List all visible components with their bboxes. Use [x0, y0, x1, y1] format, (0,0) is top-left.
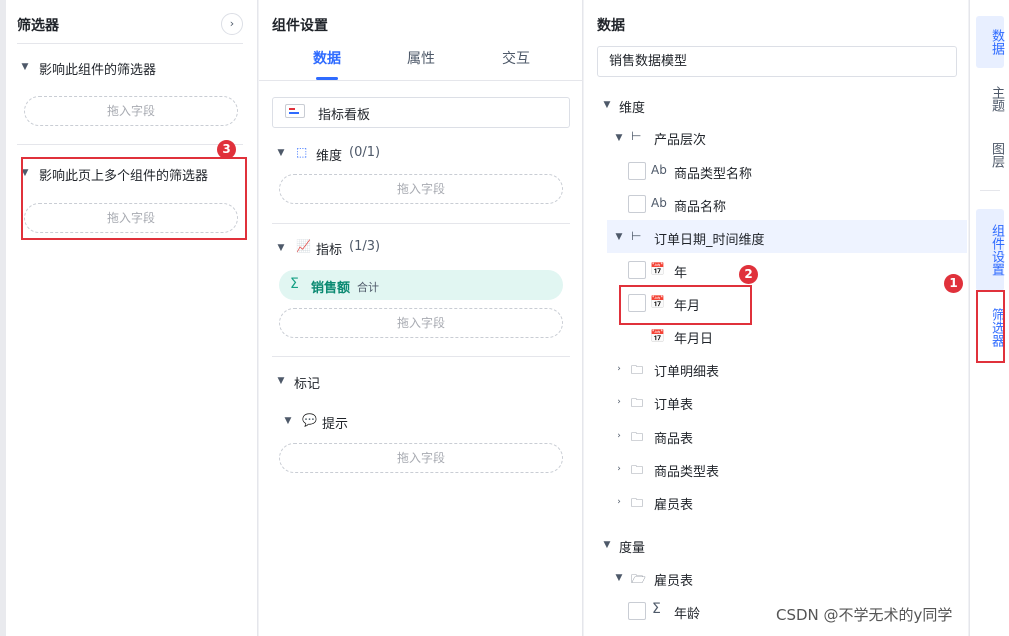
chevron-right-icon[interactable]: › — [614, 464, 624, 474]
measure-table-employees[interactable]: 雇员表 — [654, 570, 693, 589]
dimensions-group-label[interactable]: 维度 — [619, 97, 645, 116]
watermark: CSDN @不学无术的y同学 — [776, 606, 953, 624]
metric-field-name: 销售额 — [311, 281, 351, 296]
annotation-box-3 — [21, 157, 247, 240]
folder-icon: 🗀 — [631, 396, 644, 410]
component-filter-dropzone[interactable]: 拖入字段 — [24, 96, 238, 126]
dimension-label: 维度 — [316, 149, 343, 164]
chevron-right-icon[interactable]: › — [614, 364, 624, 374]
metric-label: 指标 — [316, 243, 343, 258]
marks-label: 标记 — [294, 377, 321, 392]
rail-tab-data[interactable]: 数据 — [976, 16, 1004, 68]
chevron-down-icon[interactable]: ▼ — [276, 243, 286, 253]
year-checkbox[interactable] — [628, 261, 646, 279]
rail-divider — [980, 190, 1000, 191]
table-orders[interactable]: 订单表 — [654, 394, 693, 413]
divider — [17, 43, 243, 44]
annotation-box-2 — [619, 285, 752, 325]
chevron-down-icon[interactable]: ▼ — [20, 62, 30, 72]
settings-panel-title: 组件设置 — [272, 18, 328, 34]
table-order-detail[interactable]: 订单明细表 — [654, 361, 719, 380]
tab-properties[interactable]: 属性 — [391, 48, 451, 68]
chevron-right-icon[interactable]: › — [614, 497, 624, 507]
folder-icon: 🗀 — [631, 496, 644, 510]
kanban-icon-mark — [289, 108, 295, 110]
divider — [272, 223, 570, 224]
folder-icon: 🗀 — [631, 363, 644, 377]
year-label[interactable]: 年 — [674, 262, 687, 281]
filter-panel-title: 筛选器 — [17, 18, 59, 34]
calendar-icon: 📅 — [650, 329, 665, 343]
divider — [259, 80, 583, 81]
year-month-day-label[interactable]: 年月日 — [674, 328, 713, 347]
annotation-box-1 — [976, 290, 1005, 363]
kanban-icon-mark — [289, 112, 299, 114]
chart-type-selector[interactable] — [272, 97, 570, 128]
metric-count: (1/3) — [349, 239, 381, 254]
age-checkbox[interactable] — [628, 602, 646, 620]
annotation-badge-3: 3 — [217, 140, 236, 159]
calendar-icon: 📅 — [650, 262, 665, 276]
chevron-right-icon[interactable]: › — [614, 397, 624, 407]
chart-type-label: 指标看板 — [318, 108, 371, 123]
annotation-badge-2: 2 — [739, 265, 758, 284]
chevron-down-icon[interactable]: ▼ — [283, 416, 293, 426]
chevron-down-icon[interactable]: ▼ — [602, 540, 612, 550]
chevron-down-icon[interactable]: ▼ — [602, 100, 612, 110]
metric-aggregation: 合计 — [357, 281, 379, 294]
product-type-name-label[interactable]: 商品类型名称 — [674, 163, 752, 182]
product-name-label[interactable]: 商品名称 — [674, 196, 726, 215]
sum-icon: Σ — [290, 276, 299, 292]
data-panel-title: 数据 — [597, 18, 625, 34]
chevron-right-icon[interactable]: › — [614, 431, 624, 441]
comment-icon: 💬 — [302, 413, 317, 427]
measures-group-label[interactable]: 度量 — [619, 537, 645, 556]
rail-tab-theme[interactable]: 主题 — [976, 77, 1004, 121]
hierarchy-icon: ⊢ — [631, 129, 642, 143]
metric-chart-icon: 📈 — [296, 239, 311, 253]
product-type-checkbox[interactable] — [628, 162, 646, 180]
tab-data[interactable]: 数据 — [297, 48, 357, 68]
dimension-icon: ⬚ — [296, 145, 308, 159]
component-filter-label[interactable]: 影响此组件的筛选器 — [39, 59, 156, 78]
chevron-down-icon[interactable]: ▼ — [614, 232, 624, 242]
age-label[interactable]: 年龄 — [674, 603, 700, 622]
annotation-badge-1: 1 — [944, 274, 963, 293]
rail-tab-component-settings[interactable]: 组件设置 — [976, 209, 1004, 291]
product-name-checkbox[interactable] — [628, 195, 646, 213]
chevron-down-icon[interactable]: ▼ — [276, 148, 286, 158]
divider — [17, 144, 243, 145]
hierarchy-icon: ⊢ — [631, 229, 642, 243]
dimension-dropzone[interactable]: 拖入字段 — [279, 174, 563, 204]
table-product-types[interactable]: 商品类型表 — [654, 461, 719, 480]
kanban-icon — [285, 104, 305, 118]
chevron-down-icon[interactable]: ▼ — [614, 133, 624, 143]
metric-dropzone[interactable]: 拖入字段 — [279, 308, 563, 338]
order-date-hierarchy-label[interactable]: 订单日期_时间维度 — [654, 229, 765, 248]
folder-open-icon: 🗁 — [631, 572, 646, 586]
chevron-down-icon[interactable]: ▼ — [614, 573, 624, 583]
tab-interaction[interactable]: 交互 — [486, 48, 546, 68]
tooltip-label: 提示 — [322, 417, 349, 432]
folder-icon: 🗀 — [631, 430, 644, 444]
table-employees[interactable]: 雇员表 — [654, 494, 693, 513]
tooltip-dropzone[interactable]: 拖入字段 — [279, 443, 563, 473]
product-hierarchy-label[interactable]: 产品层次 — [654, 129, 706, 148]
folder-icon: 🗀 — [631, 463, 644, 477]
collapse-chevron-icon[interactable]: › — [221, 13, 243, 35]
divider — [272, 356, 570, 357]
sum-icon: Σ — [652, 601, 661, 617]
text-field-icon: Ab — [651, 196, 667, 210]
text-field-icon: Ab — [651, 163, 667, 177]
table-products[interactable]: 商品表 — [654, 428, 693, 447]
chevron-down-icon[interactable]: ▼ — [276, 376, 286, 386]
data-model-select[interactable]: 销售数据模型 — [597, 46, 957, 77]
rail-tab-layers[interactable]: 图层 — [976, 133, 1004, 177]
dimension-count: (0/1) — [349, 145, 381, 160]
